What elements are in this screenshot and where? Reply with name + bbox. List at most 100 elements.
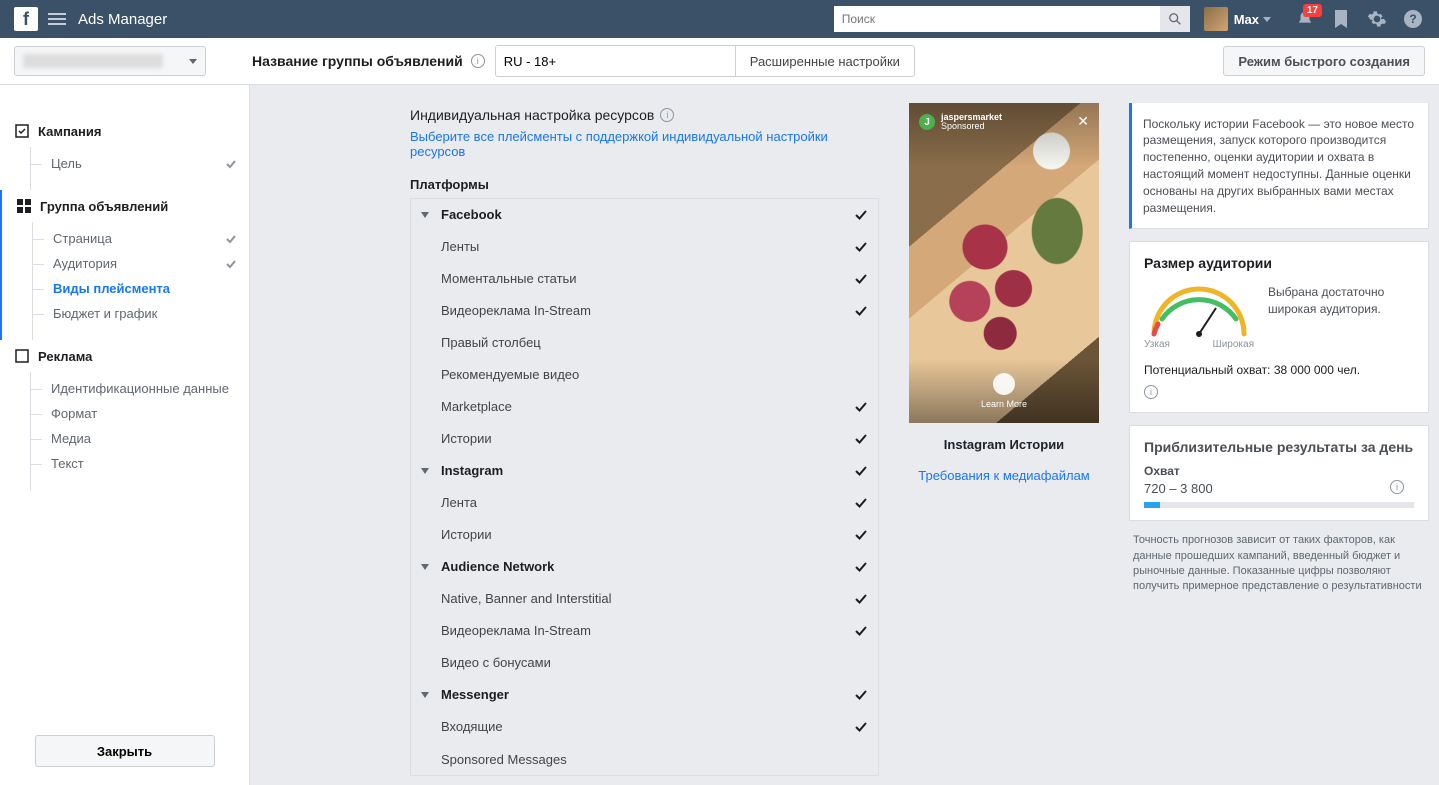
- checkmark-icon: [854, 464, 868, 478]
- quick-create-button[interactable]: Режим быстрого создания: [1223, 46, 1425, 76]
- nav-item-ad-1[interactable]: Формат: [31, 401, 249, 426]
- preview-cta-label: Learn More: [981, 399, 1027, 409]
- ad-preview: J jaspersmarket Sponsored ✕ Learn More: [909, 103, 1099, 423]
- nav-head-campaign[interactable]: Кампания: [0, 115, 249, 147]
- checkmark-icon: [854, 432, 868, 446]
- chevron-down-icon: [421, 212, 429, 218]
- checkmark-icon: [854, 272, 868, 286]
- placement-item-label: Видеореклама In-Stream: [441, 623, 854, 638]
- left-sidebar: Кампания Цель Группа объявлений Страница…: [0, 85, 250, 785]
- nav-item-goal[interactable]: Цель: [31, 151, 249, 176]
- nav-head-adset[interactable]: Группа объявлений: [2, 190, 249, 222]
- adset-name-wrap: Расширенные настройки: [495, 45, 915, 77]
- checkmark-icon: [854, 720, 868, 734]
- check-icon: [225, 258, 237, 270]
- chevron-down-icon: [421, 692, 429, 698]
- info-card-text: Поскольку истории Facebook — это новое м…: [1143, 116, 1414, 217]
- nav-item-adset-0[interactable]: Страница: [33, 226, 249, 251]
- bookmarks-button[interactable]: [1330, 8, 1352, 30]
- checkmark-icon: [854, 688, 868, 702]
- placement-item[interactable]: Видео с бонусами: [411, 647, 878, 679]
- preview-column: J jaspersmarket Sponsored ✕ Learn More I…: [889, 103, 1129, 776]
- info-card: Facebook Поскольку истории Facebook — эт…: [1129, 103, 1429, 229]
- placement-item[interactable]: Входящие: [411, 711, 878, 743]
- info-card-title: Facebook: [1143, 103, 1414, 106]
- nav-group-campaign: Кампания Цель: [0, 115, 249, 190]
- gear-icon: [1367, 9, 1387, 29]
- placement-item[interactable]: Истории: [411, 423, 878, 455]
- facebook-logo-icon[interactable]: f: [14, 7, 38, 31]
- nav-item-ad-0[interactable]: Идентификационные данные: [31, 376, 249, 401]
- hamburger-icon[interactable]: [48, 13, 66, 25]
- notifications-button[interactable]: 17: [1294, 8, 1316, 30]
- placement-item-label: Видео с бонусами: [441, 655, 854, 670]
- media-requirements-link[interactable]: Требования к медиафайлам: [889, 468, 1119, 483]
- nav-item-ad-3[interactable]: Текст: [31, 451, 249, 476]
- close-icon[interactable]: ✕: [1077, 113, 1089, 130]
- notification-badge: 17: [1303, 4, 1322, 17]
- placement-item[interactable]: Marketplace: [411, 391, 878, 423]
- nav-item-label: Аудитория: [53, 256, 117, 271]
- placement-item[interactable]: Истории: [411, 519, 878, 551]
- nav-head-ad[interactable]: Реклама: [0, 340, 249, 372]
- placement-item-label: Рекомендуемые видео: [441, 367, 854, 382]
- nav-item-adset-1[interactable]: Аудитория: [33, 251, 249, 276]
- placement-item[interactable]: Рекомендуемые видео: [411, 359, 878, 391]
- placement-item[interactable]: Правый столбец: [411, 327, 878, 359]
- svg-text:?: ?: [1409, 12, 1416, 26]
- advanced-settings-link[interactable]: Расширенные настройки: [735, 46, 914, 76]
- placement-item-label: Истории: [441, 527, 854, 542]
- avatar[interactable]: [1204, 7, 1228, 31]
- nav-item-adset-3[interactable]: Бюджет и график: [33, 301, 249, 326]
- settings-button[interactable]: [1366, 8, 1388, 30]
- info-icon[interactable]: i: [471, 54, 485, 68]
- nav-item-ad-2[interactable]: Медиа: [31, 426, 249, 451]
- adset-name-input[interactable]: [496, 46, 736, 76]
- search-button[interactable]: [1160, 6, 1190, 32]
- platforms-label: Платформы: [410, 177, 879, 192]
- user-name[interactable]: Max: [1234, 12, 1259, 27]
- placement-item[interactable]: Лента: [411, 487, 878, 519]
- close-button[interactable]: Закрыть: [35, 735, 215, 767]
- checkmark-icon: [854, 528, 868, 542]
- placement-item-label: Правый столбец: [441, 335, 854, 350]
- select-all-placements-link[interactable]: Выберите все плейсменты с поддержкой инд…: [410, 129, 879, 159]
- placement-item[interactable]: Ленты: [411, 231, 878, 263]
- placement-item[interactable]: Sponsored Messages: [411, 743, 878, 775]
- placement-group-1[interactable]: Instagram: [411, 455, 878, 487]
- account-selector[interactable]: [14, 46, 206, 76]
- placement-item-label: Моментальные статьи: [441, 271, 854, 286]
- nav-item-adset-2[interactable]: Виды плейсмента: [33, 276, 249, 301]
- placement-item[interactable]: Видеореклама In-Stream: [411, 615, 878, 647]
- ad-icon: [14, 348, 30, 364]
- placement-item[interactable]: Native, Banner and Interstitial: [411, 583, 878, 615]
- gauge-icon: [1144, 284, 1254, 344]
- search-input[interactable]: [834, 6, 1160, 32]
- placement-item-label: Входящие: [441, 719, 854, 734]
- section-title-text: Индивидуальная настройка ресурсов: [410, 107, 654, 123]
- info-icon[interactable]: i: [1144, 385, 1158, 399]
- info-icon[interactable]: i: [660, 108, 674, 122]
- placement-item[interactable]: Видеореклама In-Stream: [411, 295, 878, 327]
- nav-item-label: Формат: [51, 406, 97, 421]
- brand-logo-icon: J: [919, 114, 935, 130]
- user-menu-caret-icon[interactable]: [1263, 17, 1271, 22]
- nav-item-label: Идентификационные данные: [51, 381, 229, 396]
- placement-item[interactable]: Моментальные статьи: [411, 263, 878, 295]
- account-name-blurred: [23, 54, 163, 68]
- preview-cta[interactable]: Learn More: [981, 373, 1027, 409]
- search-icon: [1168, 12, 1182, 26]
- right-sidebar: Facebook Поскольку истории Facebook — эт…: [1129, 103, 1439, 776]
- nav-group-ad: Реклама Идентификационные данные Формат Ме…: [0, 340, 249, 490]
- search-field: [834, 6, 1190, 32]
- checkmark-icon: [854, 208, 868, 222]
- placement-group-3[interactable]: Messenger: [411, 679, 878, 711]
- checkmark-icon: [854, 400, 868, 414]
- placements-table: FacebookЛенты Моментальные статьи Видеорек…: [410, 198, 879, 776]
- checkmark-icon: [854, 624, 868, 638]
- placement-group-2[interactable]: Audience Network: [411, 551, 878, 583]
- adset-name-label: Название группы объявлений: [252, 53, 463, 69]
- help-button[interactable]: ?: [1402, 8, 1424, 30]
- est-progress-bar: [1144, 502, 1414, 508]
- placement-group-0[interactable]: Facebook: [411, 199, 878, 231]
